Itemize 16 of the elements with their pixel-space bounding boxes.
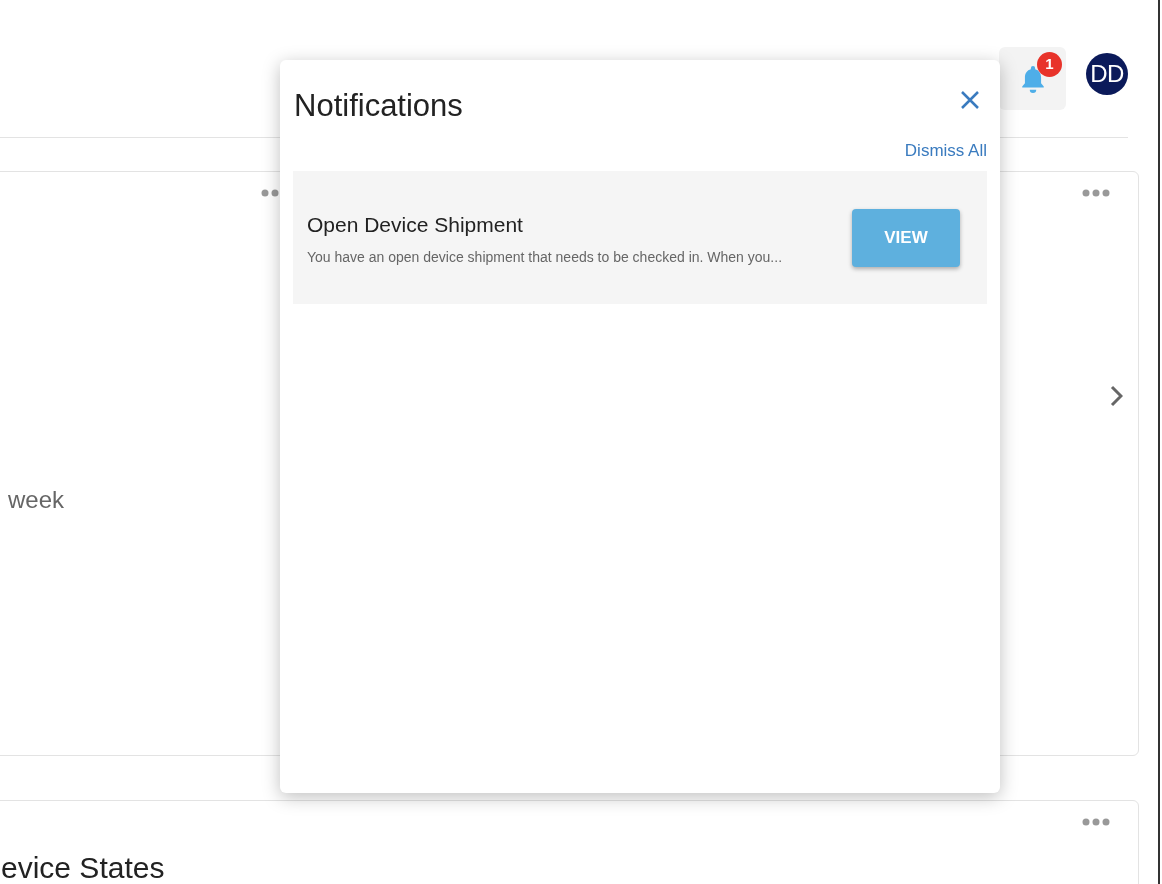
card-title: evice States — [1, 850, 165, 884]
more-icon[interactable] — [1082, 818, 1110, 826]
close-button[interactable] — [959, 89, 981, 111]
bell-icon — [1019, 64, 1046, 93]
notification-title: Open Device Shipment — [307, 211, 524, 238]
chevron-right-icon[interactable] — [1109, 385, 1123, 407]
dismiss-all-link[interactable]: Dismiss All — [904, 137, 987, 163]
user-avatar[interactable]: DD — [1086, 53, 1128, 95]
panel-title: Notifications — [293, 87, 463, 125]
card-text: week — [8, 485, 65, 515]
notification-count-badge: 1 — [1037, 52, 1062, 77]
notification-message: You have an open device shipment that needs to be checked in. When you... — [307, 248, 783, 268]
close-icon — [959, 89, 981, 111]
view-button[interactable]: VIEW — [852, 208, 960, 267]
notifications-button[interactable]: 1 — [999, 47, 1066, 110]
more-icon[interactable] — [1082, 189, 1110, 197]
